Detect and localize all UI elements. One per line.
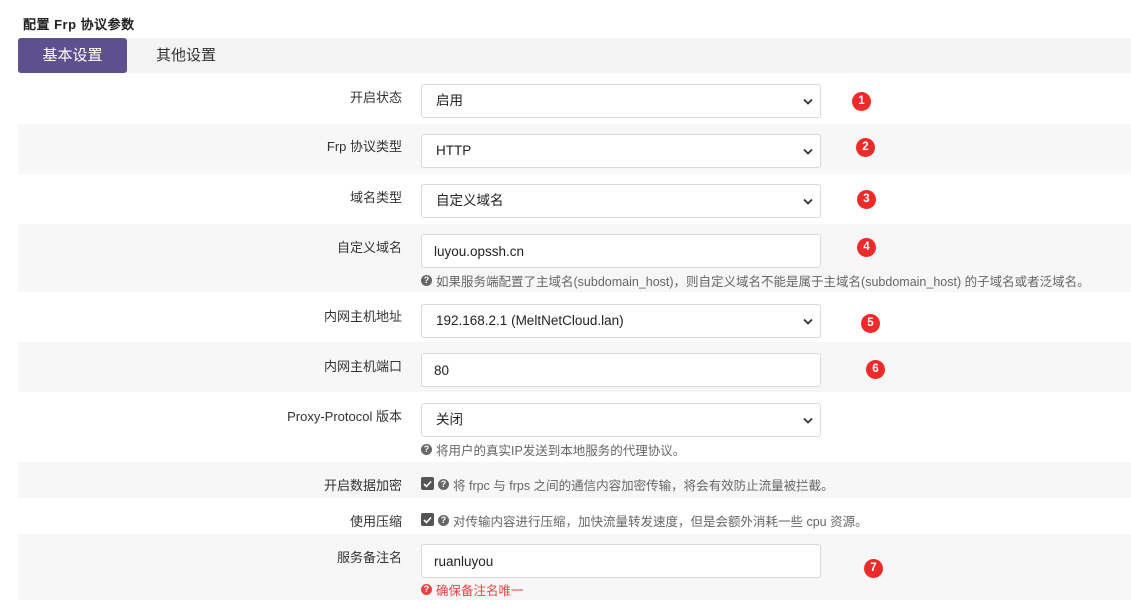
protocol-type-select[interactable]: HTTP — [421, 134, 821, 168]
help-circle-icon: ? — [438, 515, 449, 526]
custom-domain-help: ? 如果服务端配置了主域名(subdomain_host)，则自定义域名不能是属… — [421, 271, 1090, 290]
marker-badge-5: 5 — [861, 314, 880, 333]
service-remark-warning-text: 确保备注名唯一 — [436, 584, 524, 598]
service-remark-warning: ? 确保备注名唯一 — [421, 580, 524, 599]
encryption-checkbox[interactable] — [421, 477, 434, 490]
chevron-down-icon — [800, 85, 816, 117]
row-compression: 使用压缩 ? 对传输内容进行压缩，加快流量转发速度，但是会额外消耗一些 cpu … — [18, 498, 1131, 534]
row-proxy-protocol: Proxy-Protocol 版本 关闭 ? 将用户的真实IP发送到本地服务的代… — [18, 392, 1131, 462]
compression-checkbox[interactable] — [421, 513, 434, 526]
help-circle-icon: ? — [421, 584, 432, 595]
marker-badge-2: 2 — [856, 138, 875, 157]
row-service-remark: 服务备注名 7 ? 确保备注名唯一 — [18, 534, 1131, 600]
custom-domain-help-text: 如果服务端配置了主域名(subdomain_host)，则自定义域名不能是属于主… — [436, 275, 1090, 289]
row-encryption: 开启数据加密 ? 将 frpc 与 frps 之间的通信内容加密传输，将会有效防… — [18, 462, 1131, 498]
service-remark-input[interactable] — [421, 544, 821, 578]
chevron-down-icon — [800, 404, 816, 436]
tab-other-settings[interactable]: 其他设置 — [134, 38, 238, 73]
chevron-down-icon — [800, 185, 816, 217]
row-enable-status: 开启状态 启用 1 — [18, 76, 1131, 124]
domain-type-label: 域名类型 — [349, 190, 402, 205]
compression-help: ? 对传输内容进行压缩，加快流量转发速度，但是会额外消耗一些 cpu 资源。 — [438, 511, 868, 530]
chevron-down-icon — [800, 135, 816, 167]
encryption-help-text: 将 frpc 与 frps 之间的通信内容加密传输，将会有效防止流量被拦截。 — [453, 479, 834, 493]
help-circle-icon: ? — [421, 275, 432, 286]
enable-status-label: 开启状态 — [349, 90, 402, 105]
marker-badge-1: 1 — [852, 92, 871, 111]
proxy-protocol-help: ? 将用户的真实IP发送到本地服务的代理协议。 — [421, 440, 685, 459]
custom-domain-label: 自定义域名 — [336, 240, 402, 255]
page-title: 配置 Frp 协议参数 — [23, 17, 135, 32]
service-remark-label: 服务备注名 — [336, 550, 402, 565]
custom-domain-input[interactable] — [421, 234, 821, 268]
protocol-type-value: HTTP — [436, 143, 472, 158]
chevron-down-icon — [800, 305, 816, 337]
row-domain-type: 域名类型 自定义域名 3 — [18, 174, 1131, 224]
help-circle-icon: ? — [421, 444, 432, 455]
local-host-select[interactable]: 192.168.2.1 (MeltNetCloud.lan) — [421, 304, 821, 338]
proxy-protocol-value: 关闭 — [436, 412, 463, 427]
encryption-label: 开启数据加密 — [323, 478, 402, 493]
marker-badge-3: 3 — [857, 190, 876, 209]
compression-label: 使用压缩 — [349, 514, 402, 529]
local-port-input[interactable] — [421, 353, 821, 387]
marker-badge-6: 6 — [866, 360, 885, 379]
local-host-value: 192.168.2.1 (MeltNetCloud.lan) — [436, 313, 624, 328]
domain-type-select[interactable]: 自定义域名 — [421, 184, 821, 218]
enable-status-select[interactable]: 启用 — [421, 84, 821, 118]
help-circle-icon: ? — [438, 479, 449, 490]
marker-badge-4: 4 — [857, 238, 876, 257]
enable-status-value: 启用 — [436, 93, 463, 108]
proxy-protocol-help-text: 将用户的真实IP发送到本地服务的代理协议。 — [436, 444, 686, 458]
tab-basic-settings[interactable]: 基本设置 — [18, 38, 127, 73]
row-local-port: 内网主机端口 6 — [18, 342, 1131, 392]
proxy-protocol-label: Proxy-Protocol 版本 — [287, 409, 402, 424]
protocol-type-label: Frp 协议类型 — [326, 139, 402, 154]
domain-type-value: 自定义域名 — [436, 193, 504, 208]
local-host-label: 内网主机地址 — [323, 309, 402, 324]
proxy-protocol-select[interactable]: 关闭 — [421, 403, 821, 437]
marker-badge-7: 7 — [864, 559, 883, 578]
row-custom-domain: 自定义域名 4 ? 如果服务端配置了主域名(subdomain_host)，则自… — [18, 224, 1131, 292]
tab-bar: 基本设置 其他设置 — [18, 38, 1131, 73]
row-local-host: 内网主机地址 192.168.2.1 (MeltNetCloud.lan) 5 — [18, 292, 1131, 342]
encryption-help: ? 将 frpc 与 frps 之间的通信内容加密传输，将会有效防止流量被拦截。 — [438, 475, 834, 494]
row-protocol-type: Frp 协议类型 HTTP 2 — [18, 124, 1131, 174]
compression-help-text: 对传输内容进行压缩，加快流量转发速度，但是会额外消耗一些 cpu 资源。 — [453, 515, 868, 529]
local-port-label: 内网主机端口 — [323, 359, 402, 374]
